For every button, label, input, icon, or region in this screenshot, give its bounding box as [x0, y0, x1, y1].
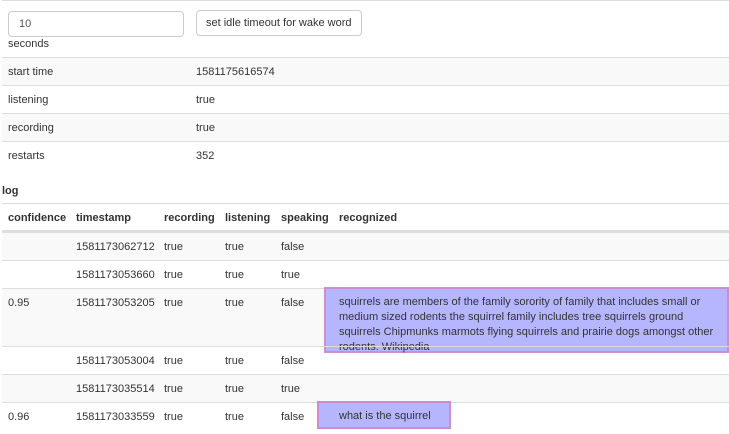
header-timestamp: timestamp — [76, 212, 132, 224]
log-speaking: false — [281, 297, 305, 309]
log-listening: true — [225, 355, 244, 367]
log-confidence: 0.95 — [8, 297, 30, 309]
log-row: 0.95 1581173053205 true true false squir… — [2, 287, 729, 353]
log-listening: true — [225, 383, 244, 395]
timeout-unit-label: seconds — [8, 38, 49, 50]
status-key: recording — [8, 122, 54, 134]
log-listening: true — [225, 297, 244, 309]
status-value: true — [196, 94, 215, 106]
log-row: 1581173062712 true true false — [2, 232, 729, 260]
status-row-start-time: start time 1581175616574 — [2, 57, 729, 85]
log-recording: true — [164, 241, 183, 253]
log-timestamp: 1581173053004 — [76, 355, 155, 367]
log-recording: true — [164, 297, 183, 309]
log-speaking: true — [281, 269, 300, 281]
timeout-row: seconds set idle timeout for wake word — [2, 0, 729, 57]
log-listening: true — [225, 241, 244, 253]
status-key: start time — [8, 66, 54, 78]
log-timestamp: 1581173053660 — [76, 269, 155, 281]
log-recognized: what is the squirrel — [339, 410, 431, 422]
log-recording: true — [164, 411, 183, 423]
header-confidence: confidence — [8, 212, 67, 224]
log-row: 1581173053660 true true true — [2, 260, 729, 288]
log-speaking: false — [281, 355, 305, 367]
status-value: 352 — [196, 150, 215, 162]
header-recording: recording — [164, 212, 215, 224]
header-recognized: recognized — [339, 212, 398, 224]
log-title: log — [2, 185, 19, 197]
status-row-restarts: restarts 352 — [2, 141, 729, 169]
log-listening: true — [225, 411, 244, 423]
log-timestamp: 1581173053205 — [76, 297, 155, 309]
log-header-row: confidence timestamp recording listening… — [2, 203, 729, 232]
idle-timeout-input[interactable] — [8, 11, 184, 37]
log-confidence: 0.96 — [8, 411, 30, 423]
log-listening: true — [225, 269, 244, 281]
log-recording: true — [164, 269, 183, 281]
set-idle-timeout-button[interactable]: set idle timeout for wake word — [196, 10, 362, 36]
log-row: 0.96 1581173033559 true true false what … — [2, 401, 729, 430]
log-timestamp: 1581173035514 — [76, 383, 155, 395]
log-recording: true — [164, 383, 183, 395]
header-listening: listening — [225, 212, 271, 224]
log-speaking: false — [281, 411, 305, 423]
log-speaking: true — [281, 383, 300, 395]
header-speaking: speaking — [281, 212, 329, 224]
status-key: listening — [8, 94, 49, 106]
log-timestamp: 1581173062712 — [76, 241, 155, 253]
status-value: 1581175616574 — [196, 66, 275, 78]
status-row-recording: recording true — [2, 113, 729, 141]
log-timestamp: 1581173033559 — [76, 411, 155, 423]
status-key: restarts — [8, 150, 45, 162]
log-row: 1581173035514 true true true — [2, 374, 729, 402]
status-value: true — [196, 122, 215, 134]
status-row-listening: listening true — [2, 85, 729, 113]
log-recording: true — [164, 355, 183, 367]
log-row: 1581173053004 true true false — [2, 346, 729, 374]
log-speaking: false — [281, 241, 305, 253]
